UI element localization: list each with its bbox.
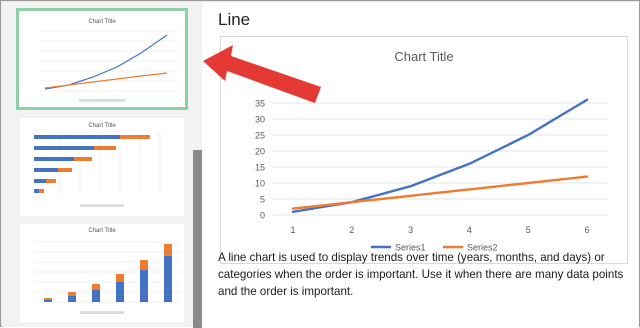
y-tick-label: 20 xyxy=(255,147,265,157)
y-tick-label: 25 xyxy=(255,131,265,141)
thumbnail-legend xyxy=(80,204,124,207)
panel-title: Line xyxy=(218,10,251,29)
chart-preview: Chart Title 0 5 10 15 20 25 30 35 1 2 3 4 5 6 Series1 Se… xyxy=(220,36,628,264)
chart-picker-window: Chart Title Chart Title Chart Title Line… xyxy=(0,0,640,328)
x-tick-label: 2 xyxy=(349,225,354,235)
thumbnail-title: Chart Title xyxy=(88,19,116,25)
y-tick-label: 0 xyxy=(260,211,265,221)
chart-description: A line chart is used to display trends o… xyxy=(218,251,624,298)
x-tick-label: 6 xyxy=(584,225,589,235)
thumbnail-bar-chart[interactable]: Chart Title xyxy=(20,118,184,216)
chart-thumbnail-list: Chart Title Chart Title Chart Title xyxy=(2,2,202,328)
thumbnail-title: Chart Title xyxy=(88,228,116,234)
x-tick-label: 5 xyxy=(526,225,531,235)
thumbnail-legend xyxy=(79,99,125,102)
x-tick-label: 4 xyxy=(467,225,472,235)
x-tick-label: 3 xyxy=(408,225,413,235)
thumbnail-columns xyxy=(44,244,172,302)
thumbnail-scrollbar[interactable] xyxy=(193,150,202,328)
x-tick-label: 1 xyxy=(290,225,295,235)
y-tick-label: 5 xyxy=(260,195,265,205)
thumbnail-bars xyxy=(34,135,150,193)
y-tick-label: 30 xyxy=(255,115,265,125)
series-line-1 xyxy=(291,98,589,213)
chart-preview-panel: Line Chart Title 0 5 10 15 20 25 30 35 1 2 3 4 5 6 Seri… xyxy=(202,2,639,327)
y-tick-label: 10 xyxy=(255,179,265,189)
thumbnail-series2-line xyxy=(44,72,168,89)
y-tick-label: 35 xyxy=(255,99,265,109)
thumbnail-title: Chart Title xyxy=(88,123,116,129)
chart-title: Chart Title xyxy=(394,49,453,64)
thumbnail-stacked-column-chart[interactable]: Chart Title xyxy=(20,224,184,322)
y-tick-label: 15 xyxy=(255,163,265,173)
thumbnail-line-chart[interactable]: Chart Title xyxy=(16,8,188,110)
series-line-2 xyxy=(291,175,589,210)
line-chart: Chart Title051015202530351 2 3 4 5 6Series1 Se… xyxy=(255,49,607,253)
thumbnail-legend xyxy=(80,311,124,314)
